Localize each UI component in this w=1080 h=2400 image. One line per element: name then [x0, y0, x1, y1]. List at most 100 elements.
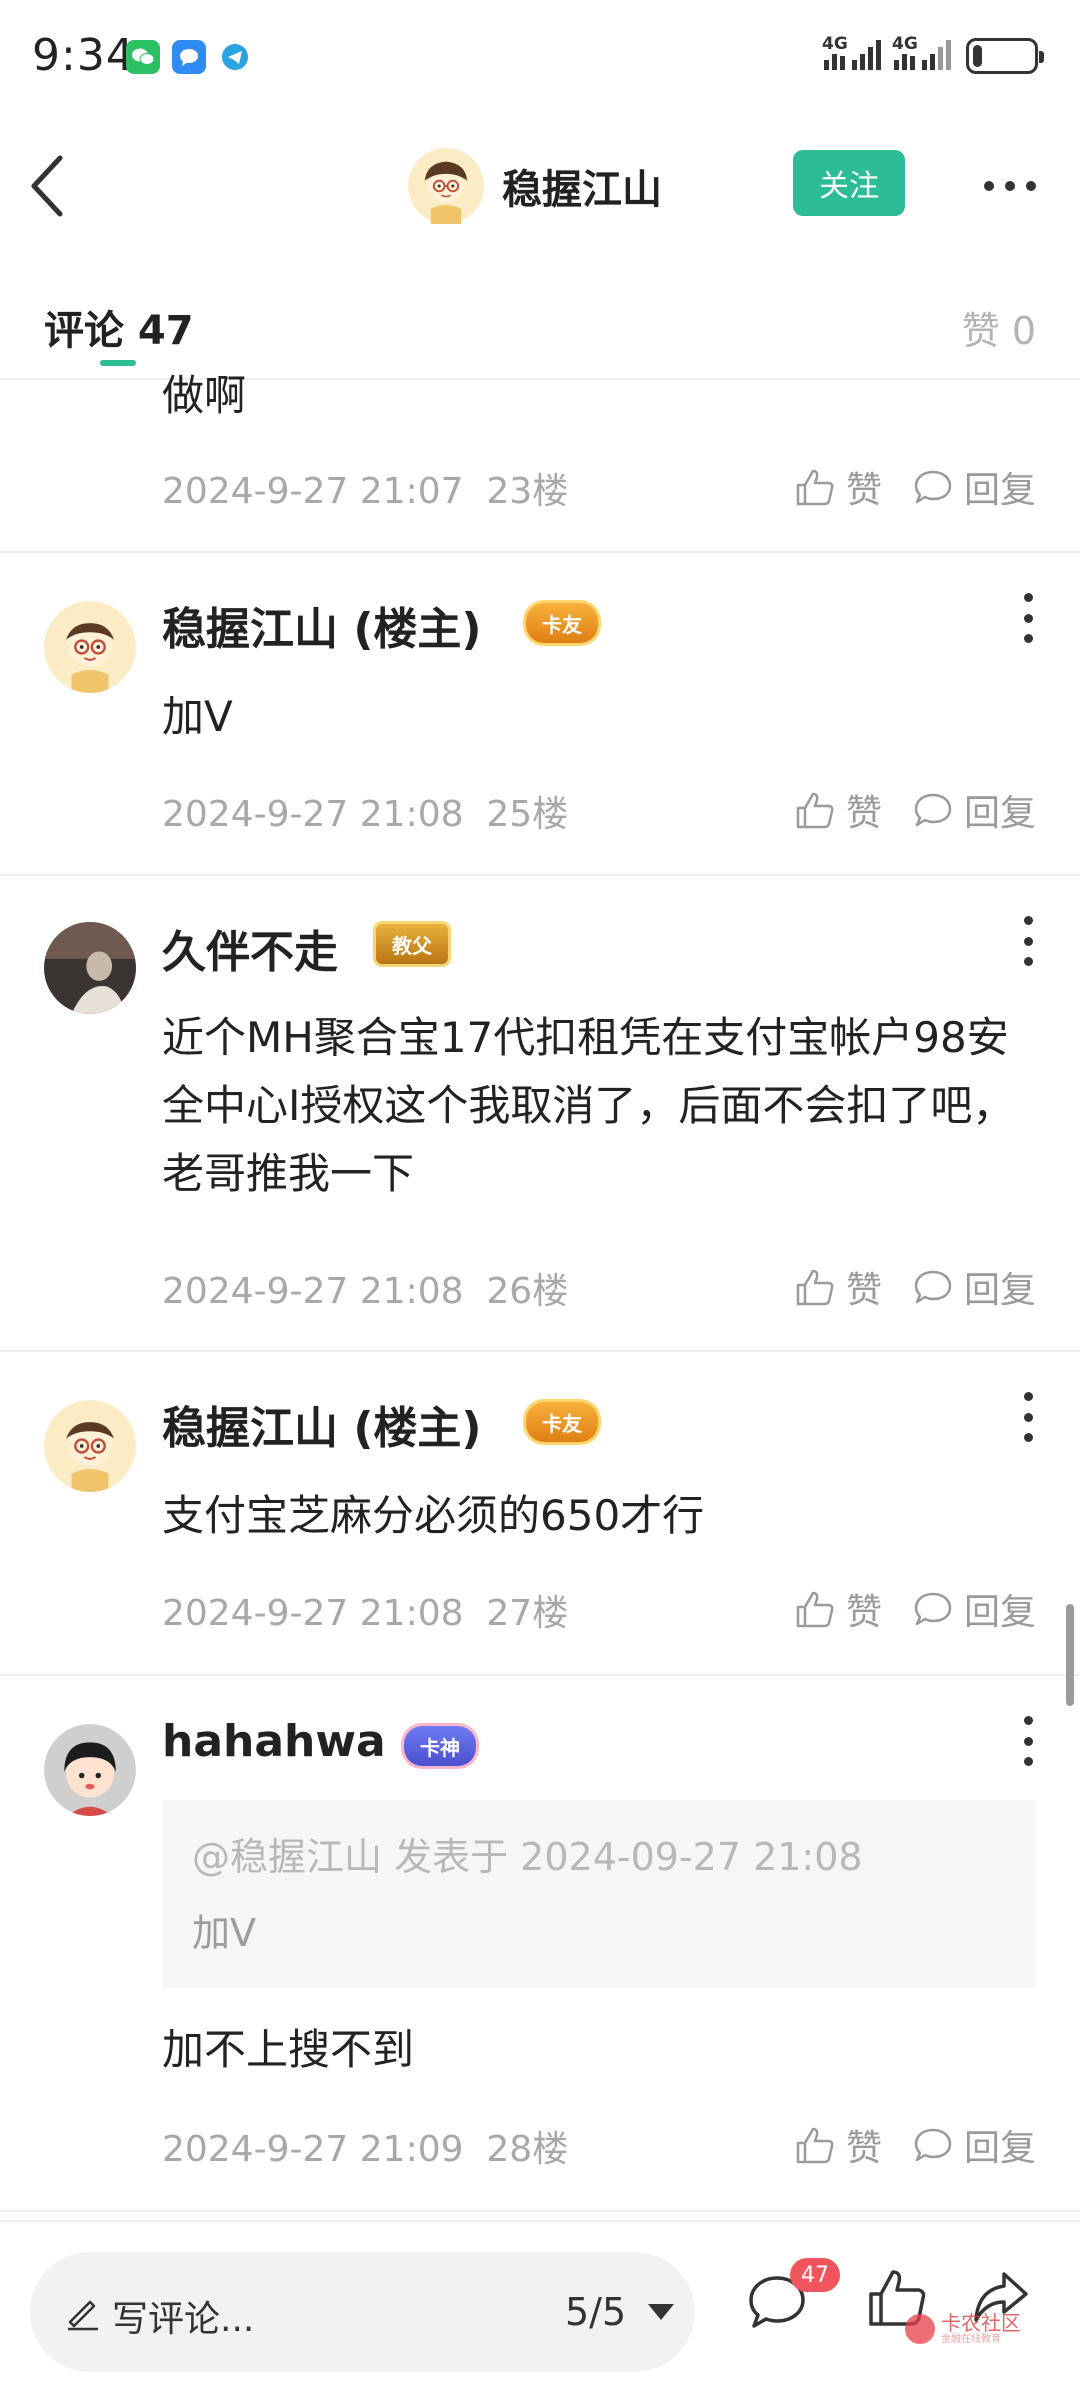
dot-icon [984, 181, 994, 191]
like-button[interactable]: 赞 [794, 461, 882, 513]
like-button[interactable]: 赞 [794, 1261, 882, 1313]
reply-button[interactable]: 回复 [912, 784, 1036, 836]
comment-date: 2024-9-27 21:09 [162, 2129, 464, 2170]
watermark-subtext: 金融在线教育 [941, 2334, 1001, 2345]
comment-floor: 26楼 [486, 1271, 569, 1312]
comment-text: 加不上搜不到 [162, 2025, 415, 2074]
reply-button[interactable]: 回复 [912, 461, 1036, 513]
avatar[interactable] [44, 922, 136, 1014]
comment-item: 稳握江山 (楼主) 卡友 支付宝芝麻分必须的650才行 2024-9-27 21… [0, 1352, 1080, 1676]
comment-floor: 23楼 [486, 471, 569, 512]
comment-text: 加V [162, 692, 233, 741]
comment-item: 做啊 2024-9-27 21:07 23楼 赞 回复 [0, 371, 1080, 553]
thumbs-up-icon [796, 1591, 834, 1628]
caret-down-icon[interactable] [648, 2304, 674, 2320]
thumbs-up-icon [796, 2127, 834, 2164]
like-label: 赞 [845, 793, 882, 834]
reply-button[interactable]: 回复 [912, 2119, 1036, 2171]
comment-bubble-icon [914, 1270, 952, 1304]
like-button[interactable]: 赞 [794, 2119, 882, 2171]
message-icon [172, 40, 206, 74]
dot-icon [1026, 181, 1036, 191]
level-badge: 卡友 [526, 1402, 598, 1442]
comment-meta: 2024-9-27 21:09 28楼 [162, 2120, 568, 2172]
watermark-logo [905, 2314, 935, 2344]
comment-actions: 赞 回复 [794, 1584, 1036, 1634]
comment-author-name[interactable]: 稳握江山 (楼主) [162, 593, 482, 657]
comment-date: 2024-9-27 21:08 [162, 794, 464, 835]
comment-item: 稳握江山 (楼主) 卡友 加V 2024-9-27 21:08 25楼 赞 回复 [0, 553, 1080, 876]
comment-text: 做啊 [162, 371, 247, 420]
quote-text: 加V [192, 1911, 256, 1955]
comment-bubble-icon [914, 2128, 952, 2162]
avatar[interactable] [44, 601, 136, 693]
status-time: 9:34 [32, 30, 135, 81]
comment-meta: 2024-9-27 21:08 27楼 [162, 1584, 568, 1636]
comment-floor: 28楼 [486, 2129, 569, 2170]
signal-icon: 4G [822, 34, 886, 74]
follow-button[interactable]: 关注 [793, 150, 905, 216]
thumbs-up-icon [796, 1269, 834, 1306]
comment-floor: 27楼 [486, 1593, 569, 1634]
comment-meta: 2024-9-27 21:08 26楼 [162, 1262, 568, 1314]
watermark-text: 卡农社区 [941, 2311, 1021, 2335]
comment-date: 2024-9-27 21:07 [162, 471, 464, 512]
battery-level [973, 45, 982, 67]
comment-actions: 赞 回复 [794, 785, 1036, 835]
scrollbar[interactable] [1066, 1604, 1074, 1706]
tab-likes[interactable]: 赞 0 [962, 300, 1036, 355]
dot-icon [1005, 181, 1015, 191]
comment-author-name[interactable]: hahahwa [162, 1716, 386, 1767]
level-badge: 卡神 [404, 1726, 476, 1766]
comment-item: 久伴不走 教父 近个MH聚合宝17代扣租凭在支付宝帐户98安全中心I授权这个我取… [0, 876, 1080, 1352]
quoted-comment[interactable]: @稳握江山 发表于 2024-09-27 21:08 加V [162, 1800, 1036, 1988]
avatar[interactable] [44, 1724, 136, 1816]
comment-bubble-icon [914, 793, 952, 827]
comment-actions: 赞 回复 [794, 2120, 1036, 2170]
level-badge: 卡友 [526, 603, 598, 643]
like-button[interactable]: 赞 [794, 784, 882, 836]
comment-menu-button[interactable] [1018, 1392, 1038, 1442]
pencil-icon [68, 2300, 98, 2331]
telegram-icon [218, 40, 252, 74]
page-indicator[interactable]: 5/5 [565, 2290, 626, 2334]
comment-meta: 2024-9-27 21:07 23楼 [162, 462, 568, 514]
comment-item: hahahwa 卡神 @稳握江山 发表于 2024-09-27 21:08 加V… [0, 1676, 1080, 2212]
status-bar: 9:34 4G 4G [0, 0, 1080, 116]
watermark: 卡农社区 金融在线教育 [905, 2312, 1021, 2346]
comment-author-name[interactable]: 久伴不走 [162, 916, 338, 980]
comment-bubble-icon [914, 470, 952, 504]
comment-count-badge: 47 [790, 2258, 840, 2292]
comment-text: 支付宝芝麻分必须的650才行 [162, 1491, 705, 1540]
comment-text: 近个MH聚合宝17代扣租凭在支付宝帐户98安全中心I授权这个我取消了，后面不会扣… [162, 1013, 1015, 1198]
comment-author-name[interactable]: 稳握江山 (楼主) [162, 1392, 482, 1456]
signal-icon: 4G [892, 34, 956, 74]
author-name: 稳握江山 [502, 167, 662, 213]
more-options-button[interactable] [970, 156, 1050, 216]
write-comment-input[interactable]: 写评论... 5/5 [30, 2252, 695, 2372]
comment-menu-button[interactable] [1018, 916, 1038, 966]
wechat-icon [126, 40, 160, 74]
write-comment-placeholder: 写评论... [112, 2299, 255, 2340]
thumbs-up-icon [796, 469, 834, 506]
chevron-left-icon [31, 155, 63, 217]
comment-menu-button[interactable] [1018, 1716, 1038, 1766]
comment-meta: 2024-9-27 21:08 25楼 [162, 785, 568, 837]
comment-actions: 赞 回复 [794, 462, 1036, 512]
reply-label: 回复 [963, 1592, 1036, 1633]
battery-icon [966, 38, 1044, 74]
avatar[interactable] [44, 1400, 136, 1492]
comment-date: 2024-9-27 21:08 [162, 1271, 464, 1312]
comment-floor: 25楼 [486, 794, 569, 835]
tab-comments[interactable]: 评论 47 [44, 298, 194, 356]
quote-header: @稳握江山 发表于 2024-09-27 21:08 [192, 1835, 863, 1879]
reply-button[interactable]: 回复 [912, 1261, 1036, 1313]
comment-menu-button[interactable] [1018, 593, 1038, 643]
thumbs-up-icon [796, 792, 834, 829]
back-button[interactable] [20, 146, 80, 226]
reply-button[interactable]: 回复 [912, 1583, 1036, 1635]
tab-indicator [100, 360, 136, 366]
reply-label: 回复 [963, 2128, 1036, 2169]
like-button[interactable]: 赞 [794, 1583, 882, 1635]
author-info[interactable]: 稳握江山 [408, 146, 662, 226]
